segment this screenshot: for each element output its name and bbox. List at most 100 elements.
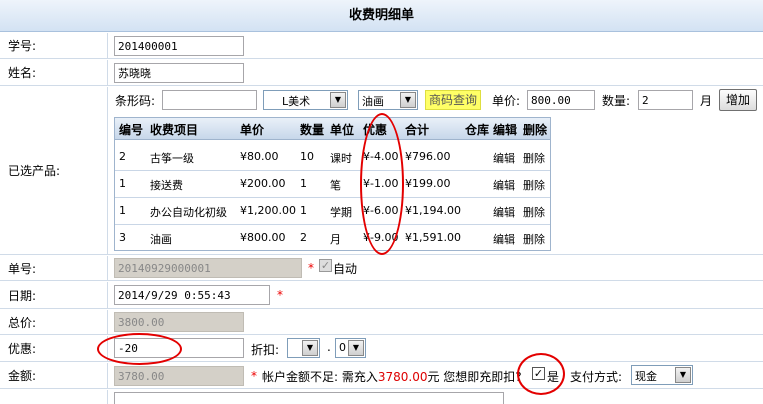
cell-id: 2 [119, 150, 126, 163]
category-select-value: L美术 [282, 95, 311, 108]
table-row: 2 古筝一级 ¥80.00 10 课时 ¥-4.00 ¥796.00 编辑 删除 [115, 144, 550, 171]
unit-label: 月 [700, 94, 713, 108]
table-row: 3 油画 ¥800.00 2 月 ¥-9.00 ¥1,591.00 编辑 删除 [115, 225, 550, 252]
instant-charge-label: 是 [547, 370, 560, 384]
qty-input[interactable] [638, 90, 693, 110]
cell-qty: 10 [300, 150, 314, 163]
price-label: 单价: [492, 94, 521, 108]
cell-price: ¥200.00 [240, 177, 286, 190]
rate-label: 折扣: [251, 343, 280, 357]
cell-discount: ¥-9.00 [363, 231, 399, 244]
col-item: 收费项目 [150, 123, 199, 137]
rate-separator: . [327, 340, 331, 354]
col-warehouse: 仓库 [465, 123, 490, 137]
instant-charge-checkbox[interactable]: ✓ [532, 367, 545, 380]
balance-message: 帐户金额不足: 需充入3780.00元 您想即充即扣? [262, 368, 522, 385]
cell-discount: ¥-1.00 [363, 177, 399, 190]
cell-unit: 月 [330, 233, 341, 246]
order-no-input [114, 258, 302, 278]
cell-item: 古筝一级 [150, 152, 194, 165]
edit-link[interactable]: 编辑 [493, 177, 515, 193]
subcategory-select[interactable]: 油画 ▼ [358, 90, 418, 110]
cell-qty: 1 [300, 204, 307, 217]
col-id: 编号 [119, 123, 144, 137]
cell-qty: 2 [300, 231, 307, 244]
col-discount: 优惠 [363, 123, 388, 137]
required-star: * [251, 369, 257, 383]
required-star: * [308, 261, 314, 275]
cell-discount: ¥-6.00 [363, 204, 399, 217]
discount-label: 优惠: [0, 336, 108, 361]
cell-unit: 笔 [330, 179, 341, 192]
balance-message-amount: 3780.00 [377, 370, 428, 384]
cell-id: 3 [119, 231, 126, 244]
pay-method-select[interactable]: 现金 ▼ [631, 365, 693, 385]
cell-item: 办公自动化初级 [150, 206, 227, 219]
chevron-down-icon: ▼ [348, 340, 364, 356]
col-total: 合计 [405, 123, 430, 137]
col-delete: 删除 [523, 123, 548, 137]
chevron-down-icon: ▼ [400, 92, 416, 108]
cell-total: ¥1,591.00 [405, 231, 461, 244]
total-input [114, 312, 244, 332]
query-button[interactable]: 商码查询 [425, 90, 482, 110]
cell-unit: 课时 [330, 152, 352, 165]
cell-item: 接送费 [150, 179, 183, 192]
delete-link[interactable]: 删除 [523, 177, 545, 193]
cell-price: ¥80.00 [240, 150, 279, 163]
subcategory-select-value: 油画 [362, 95, 384, 108]
edit-link[interactable]: 编辑 [493, 231, 515, 247]
edit-link[interactable]: 编辑 [493, 150, 515, 166]
cell-total: ¥796.00 [405, 150, 451, 163]
price-input[interactable] [527, 90, 595, 110]
order-no-label: 单号: [0, 256, 108, 280]
total-label: 总价: [0, 310, 108, 334]
delete-link[interactable]: 删除 [523, 204, 545, 220]
delete-link[interactable]: 删除 [523, 150, 545, 166]
student-id-input[interactable] [114, 36, 244, 56]
barcode-input[interactable] [162, 90, 257, 110]
cell-price: ¥1,200.00 [240, 204, 296, 217]
edit-link[interactable]: 编辑 [493, 204, 515, 220]
products-label: 已选产品: [0, 87, 108, 254]
date-input[interactable] [114, 285, 270, 305]
pay-method-label: 支付方式: [570, 370, 623, 384]
memo-textarea[interactable] [114, 392, 504, 404]
page-title: 收费明细单 [0, 0, 763, 32]
chevron-down-icon: ▼ [675, 367, 691, 383]
auto-checkbox[interactable]: ✓ [319, 259, 332, 272]
category-select[interactable]: L美术 ▼ [263, 90, 348, 110]
name-row: 姓名: [0, 60, 763, 86]
cell-total: ¥1,194.00 [405, 204, 461, 217]
student-id-row: 学号: [0, 33, 763, 59]
memo-label [0, 390, 108, 404]
balance-message-prefix: 帐户金额不足: 需充入 [262, 370, 378, 384]
student-id-label: 学号: [0, 33, 108, 58]
table-row: 1 接送费 ¥200.00 1 笔 ¥-1.00 ¥199.00 编辑 删除 [115, 171, 550, 198]
cell-id: 1 [119, 204, 126, 217]
cell-item: 油画 [150, 233, 172, 246]
cell-discount: ¥-4.00 [363, 150, 399, 163]
name-label: 姓名: [0, 60, 108, 85]
col-edit: 编辑 [493, 123, 518, 137]
name-input[interactable] [114, 63, 244, 83]
rate-dec-value: 0 [339, 341, 346, 354]
delete-link[interactable]: 删除 [523, 231, 545, 247]
col-price: 单价 [240, 123, 265, 137]
chevron-down-icon: ▼ [330, 92, 346, 108]
qty-label: 数量: [602, 94, 631, 108]
balance-message-suffix: 元 您想即充即扣? [427, 370, 522, 384]
chevron-down-icon: ▼ [302, 340, 318, 356]
discount-input[interactable] [114, 338, 244, 358]
pay-method-value: 现金 [635, 370, 657, 383]
product-table: 编号 收费项目 单价 数量 单位 优惠 合计 仓库 编辑 删除 2 古筝一级 ¥… [114, 117, 551, 251]
rate-int-select[interactable]: ▼ [287, 338, 320, 358]
table-row: 1 办公自动化初级 ¥1,200.00 1 学期 ¥-6.00 ¥1,194.0… [115, 198, 550, 225]
add-button[interactable]: 增加 [719, 89, 757, 111]
rate-dec-select[interactable]: 0 ▼ [335, 338, 366, 358]
cell-price: ¥800.00 [240, 231, 286, 244]
cell-total: ¥199.00 [405, 177, 451, 190]
cell-id: 1 [119, 177, 126, 190]
cell-qty: 1 [300, 177, 307, 190]
cell-unit: 学期 [330, 206, 352, 219]
